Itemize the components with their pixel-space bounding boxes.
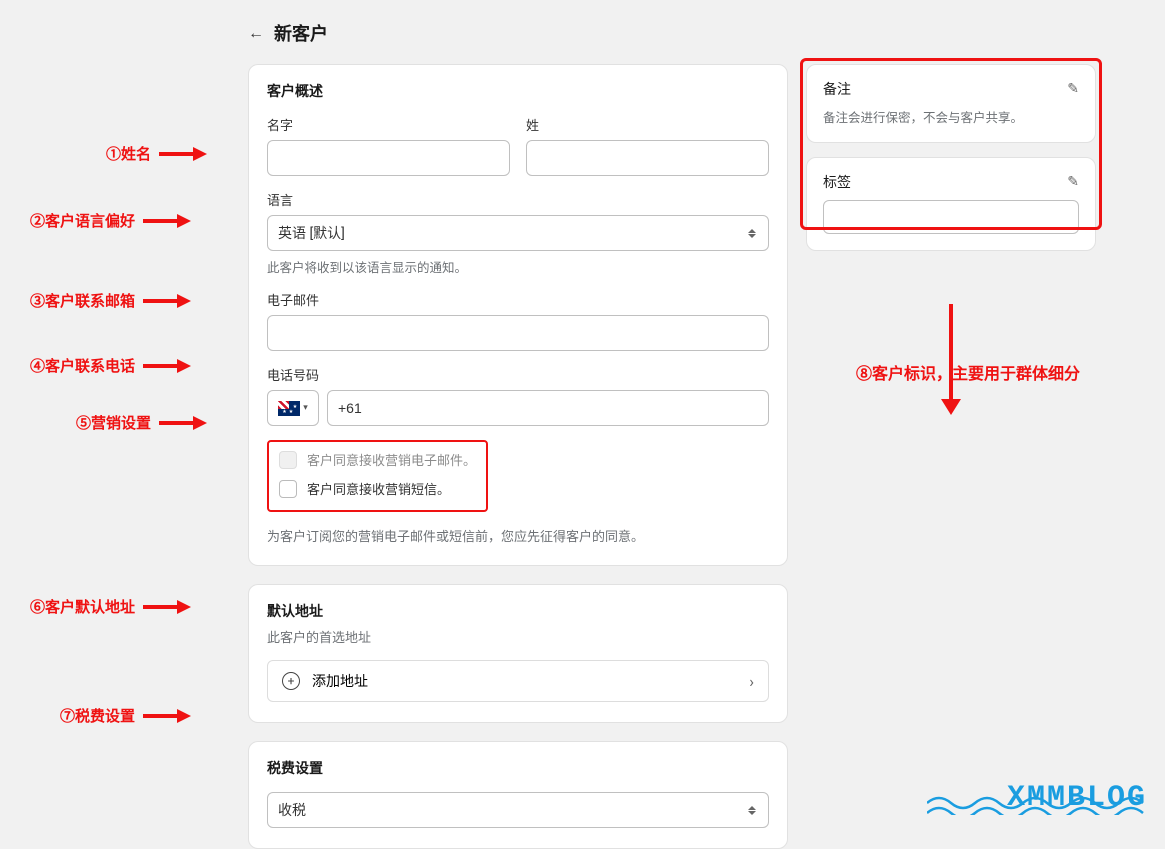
card-overview: 客户概述 名字 姓 语言 英语 [默认] bbox=[248, 64, 788, 566]
overview-heading: 客户概述 bbox=[267, 81, 769, 101]
language-value: 英语 [默认] bbox=[278, 223, 345, 243]
first-name-input[interactable] bbox=[267, 140, 510, 176]
annot-6: ⑥客户默认地址 bbox=[30, 596, 191, 617]
page-title: 新客户 bbox=[274, 20, 328, 46]
arrow-right-icon bbox=[157, 144, 207, 164]
chevron-right-icon: › bbox=[749, 672, 754, 691]
arrow-right-icon bbox=[141, 291, 191, 311]
card-tags: 标签 ✎ bbox=[806, 157, 1096, 251]
card-tax: 税费设置 收税 bbox=[248, 741, 788, 849]
consent-note: 为客户订阅您的营销电子邮件或短信前，您应先征得客户的同意。 bbox=[267, 526, 769, 545]
add-address-button[interactable]: + 添加地址 › bbox=[267, 660, 769, 702]
tags-heading: 标签 bbox=[823, 172, 851, 192]
plus-circle-icon: + bbox=[282, 672, 300, 690]
footer-watermark: XMMBLOG bbox=[1007, 781, 1147, 815]
language-hint: 此客户将收到以该语言显示的通知。 bbox=[267, 257, 769, 276]
flag-au-icon: ★ ★ ★ bbox=[278, 401, 300, 416]
arrow-right-icon bbox=[157, 413, 207, 433]
tax-heading: 税费设置 bbox=[267, 758, 769, 778]
arrow-right-icon bbox=[141, 706, 191, 726]
country-code-select[interactable]: ★ ★ ★ ▾ bbox=[267, 390, 319, 426]
notes-desc: 备注会进行保密，不会与客户共享。 bbox=[823, 107, 1079, 126]
tax-select[interactable]: 收税 bbox=[267, 792, 769, 828]
language-label: 语言 bbox=[267, 190, 769, 209]
phone-input[interactable] bbox=[327, 390, 769, 426]
annot-2: ②客户语言偏好 bbox=[30, 210, 191, 231]
email-label: 电子邮件 bbox=[267, 290, 769, 309]
annot-1: ①姓名 bbox=[106, 143, 207, 164]
arrow-right-icon bbox=[141, 356, 191, 376]
pencil-icon[interactable]: ✎ bbox=[1067, 174, 1079, 190]
pencil-icon[interactable]: ✎ bbox=[1067, 81, 1079, 97]
last-name-input[interactable] bbox=[526, 140, 769, 176]
add-address-label: 添加地址 bbox=[312, 671, 368, 691]
marketing-email-checkbox bbox=[279, 451, 297, 469]
arrow-right-icon bbox=[141, 211, 191, 231]
address-sub: 此客户的首选地址 bbox=[267, 627, 769, 646]
marketing-email-label: 客户同意接收营销电子邮件。 bbox=[307, 450, 476, 469]
marketing-sms-label: 客户同意接收营销短信。 bbox=[307, 479, 450, 498]
notes-heading: 备注 bbox=[823, 79, 851, 99]
last-name-label: 姓 bbox=[526, 115, 769, 134]
first-name-label: 名字 bbox=[267, 115, 510, 134]
back-arrow-icon[interactable]: ← bbox=[248, 23, 264, 43]
annot-4: ④客户联系电话 bbox=[30, 355, 191, 376]
marketing-sms-checkbox[interactable] bbox=[279, 480, 297, 498]
annot-5: ⑤营销设置 bbox=[76, 412, 207, 433]
tax-value: 收税 bbox=[278, 800, 306, 820]
arrow-right-icon bbox=[141, 597, 191, 617]
annot-7: ⑦税费设置 bbox=[60, 705, 191, 726]
marketing-highlight-box: 客户同意接收营销电子邮件。 客户同意接收营销短信。 bbox=[267, 440, 488, 512]
annot-3: ③客户联系邮箱 bbox=[30, 290, 191, 311]
card-notes: 备注 ✎ 备注会进行保密，不会与客户共享。 bbox=[806, 64, 1096, 143]
chevron-down-icon: ▾ bbox=[303, 403, 308, 413]
annot-8: ⑧客户标识，主要用于群体细分 bbox=[818, 360, 1118, 384]
card-address: 默认地址 此客户的首选地址 + 添加地址 › bbox=[248, 584, 788, 723]
language-select[interactable]: 英语 [默认] bbox=[267, 215, 769, 251]
tags-input[interactable] bbox=[823, 200, 1079, 234]
email-input[interactable] bbox=[267, 315, 769, 351]
phone-label: 电话号码 bbox=[267, 365, 769, 384]
address-heading: 默认地址 bbox=[267, 601, 769, 621]
